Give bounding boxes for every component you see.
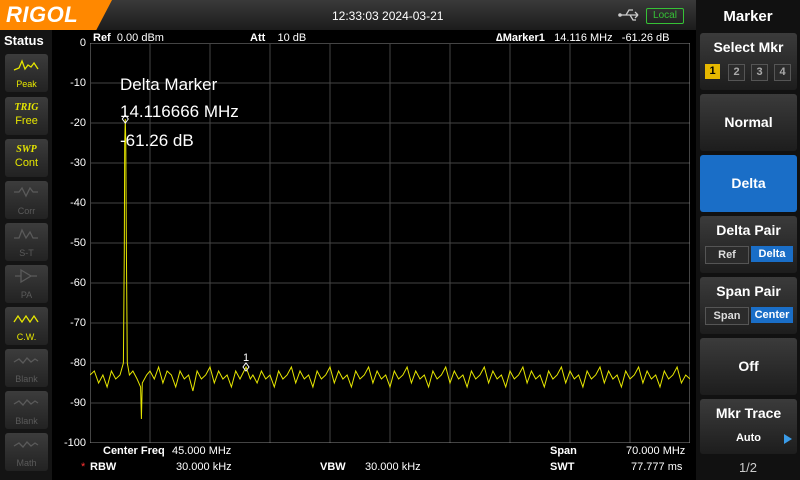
status-math[interactable]: Math [5, 433, 48, 471]
y-tick: -80 [70, 357, 86, 369]
status-swp-label: Cont [14, 157, 39, 169]
menu-title: Marker [723, 8, 773, 25]
status-blank-1-label: Blank [15, 374, 38, 384]
source-tracking-icon [14, 228, 38, 240]
y-tick: -60 [70, 277, 86, 289]
datetime: 12:33:03 2024-03-21 [332, 9, 444, 23]
status-trig-top: TRIG [14, 102, 39, 113]
math-icon [13, 441, 39, 448]
status-peak-label: Peak [16, 79, 37, 89]
status-trig[interactable]: TRIG Free [5, 97, 48, 135]
span-pair-label: Span Pair [716, 283, 781, 299]
mkr-option-1[interactable]: 1 [705, 64, 720, 79]
delta-label: Delta [731, 175, 766, 191]
center-freq-label: Center Freq [103, 445, 165, 457]
status-blank-2-label: Blank [15, 416, 38, 426]
corr-icon [14, 186, 38, 198]
menu-page-indicator: 1/2 [738, 460, 758, 475]
status-st[interactable]: S-T [5, 223, 48, 261]
span-value: 70.000 MHz [626, 445, 686, 457]
peak-icon [13, 59, 39, 71]
mkr-trace-value: Auto [735, 432, 762, 444]
status-corr[interactable]: Corr [5, 181, 48, 219]
span-pair-center[interactable]: Center [751, 307, 793, 323]
span-label: Span [550, 445, 577, 457]
normal-button[interactable]: Normal [700, 94, 797, 151]
status-blank-1[interactable]: Blank [5, 349, 48, 387]
usb-icon [618, 9, 639, 21]
status-cw[interactable]: C.W. [5, 307, 48, 345]
cw-icon [13, 314, 39, 324]
mkr-option-3[interactable]: 3 [751, 64, 768, 81]
status-swp-top: SWP [16, 144, 37, 155]
delta-marker-amp: -61.26 dB [120, 131, 194, 150]
status-pa-label: PA [20, 290, 33, 300]
status-corr-label: Corr [17, 206, 36, 216]
status-blank-2[interactable]: Blank [5, 391, 48, 429]
y-tick: -40 [70, 197, 86, 209]
delta-pair-label: Delta Pair [716, 222, 781, 238]
vbw-label: VBW [320, 461, 346, 473]
normal-label: Normal [724, 114, 773, 130]
off-button[interactable]: Off [700, 338, 797, 395]
local-indicator: Local [646, 8, 684, 24]
blank-icon [13, 399, 39, 406]
rbw-value: 30.000 kHz [176, 461, 232, 473]
mkr-option-2[interactable]: 2 [728, 64, 745, 81]
y-tick: 0 [79, 37, 86, 49]
brand-text: RIGOL [6, 2, 79, 27]
y-tick: -100 [63, 437, 86, 449]
delta-marker-title: Delta Marker [120, 75, 218, 94]
delta-marker-freq: 14.116666 MHz [120, 102, 239, 121]
rbw-manual-star: * [81, 461, 86, 473]
status-title: Status [4, 33, 44, 48]
y-tick: -70 [70, 317, 86, 329]
preamp-icon [15, 268, 37, 284]
blank-icon [13, 357, 39, 364]
y-tick: -10 [70, 77, 86, 89]
triangle-right-icon [784, 434, 792, 444]
mkr-option-4[interactable]: 4 [774, 64, 791, 81]
delta-button[interactable]: Delta [700, 155, 797, 212]
delta-pair-button[interactable]: Delta Pair Ref Delta [700, 216, 797, 273]
vbw-value: 30.000 kHz [365, 461, 421, 473]
mkr-trace-button[interactable]: Mkr Trace Auto [700, 399, 797, 454]
swt-value: 77.777 ms [631, 461, 683, 473]
delta-pair-ref[interactable]: Ref [705, 246, 749, 264]
span-pair-span[interactable]: Span [705, 307, 749, 325]
status-swp[interactable]: SWP Cont [5, 139, 48, 177]
select-mkr-button[interactable]: Select Mkr 1 2 3 4 [700, 33, 797, 90]
span-pair-button[interactable]: Span Pair Span Center [700, 277, 797, 334]
y-tick: -90 [70, 397, 86, 409]
off-label: Off [738, 358, 759, 374]
y-tick: -30 [70, 157, 86, 169]
status-math-label: Math [16, 458, 37, 468]
status-cw-label: C.W. [16, 332, 37, 342]
swt-label: SWT [550, 461, 575, 473]
status-st-label: S-T [19, 248, 34, 258]
delta-pair-delta[interactable]: Delta [751, 246, 793, 262]
center-freq-value: 45.000 MHz [172, 445, 232, 457]
select-mkr-label: Select Mkr [713, 39, 784, 55]
y-tick: -20 [70, 117, 86, 129]
rbw-label: RBW [90, 461, 117, 473]
mkr-trace-label: Mkr Trace [715, 405, 782, 421]
marker-1-label: 1 [243, 352, 249, 364]
status-pa[interactable]: PA [5, 265, 48, 303]
status-trig-label: Free [15, 115, 38, 127]
y-tick: -50 [70, 237, 86, 249]
rigol-logo: RIGOL [0, 0, 112, 30]
status-peak[interactable]: Peak [5, 54, 48, 92]
